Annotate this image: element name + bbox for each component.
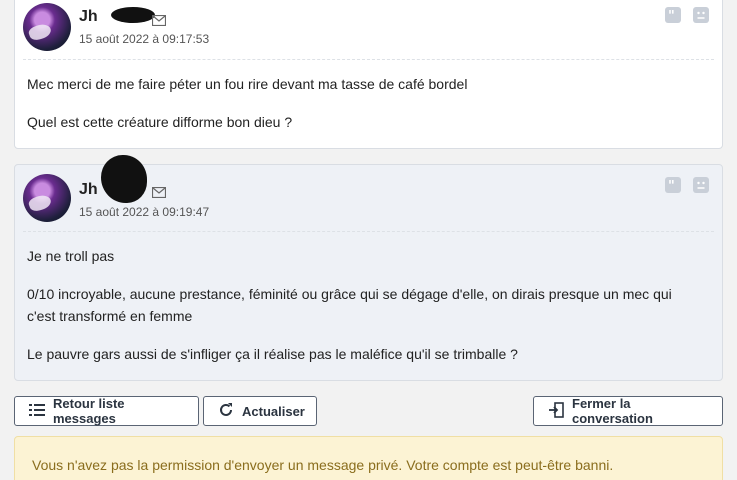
refresh-button[interactable]: Actualiser [203,396,317,426]
exit-icon [548,401,564,421]
back-button-label: Retour liste messages [53,396,125,426]
report-icon[interactable] [693,177,709,193]
back-to-list-button[interactable]: Retour liste messages [14,396,199,426]
author-name[interactable]: Jh [79,8,98,26]
refresh-icon [218,402,234,421]
close-conversation-button[interactable]: Fermer la conversation [533,396,723,426]
message-date[interactable]: 15 août 2022 à 09:17:53 [79,32,209,46]
svg-text:": " [668,179,675,193]
message-paragraph: Mec merci de me faire péter un fou rire … [27,76,468,92]
svg-text:": " [668,9,675,23]
permission-notice: Vous n'avez pas la permission d'envoyer … [14,436,723,480]
envelope-icon[interactable] [151,185,167,199]
quote-icon[interactable]: " [665,7,681,23]
message-paragraph: Quel est cette créature difforme bon die… [27,114,293,130]
avatar[interactable] [23,174,71,222]
report-icon[interactable] [693,7,709,23]
divider [23,59,714,60]
message-card: Jh 15 août 2022 à 09:19:47 " Je ne troll… [14,155,723,381]
close-button-label: Fermer la conversation [572,396,653,426]
envelope-icon[interactable] [151,13,167,27]
message-body: Je ne troll pas 0/10 incroyable, aucune … [27,245,702,381]
redaction-scribble [101,155,147,203]
message-card: Jh 15 août 2022 à 09:17:53 " Mec merci d… [14,0,723,149]
message-paragraph: Je ne troll pas [27,248,115,264]
avatar[interactable] [23,3,71,51]
redaction-scribble [111,7,155,23]
author-name[interactable]: Jh [79,181,98,199]
message-date[interactable]: 15 août 2022 à 09:19:47 [79,205,209,219]
quote-icon[interactable]: " [665,177,681,193]
refresh-button-label: Actualiser [242,403,305,419]
list-icon [29,403,45,420]
message-paragraph: 0/10 incroyable, aucune prestance, fémin… [27,286,672,324]
message-body: Mec merci de me faire péter un fou rire … [27,73,702,149]
divider [23,231,714,232]
message-paragraph: Le pauvre gars aussi de s'infliger ça il… [27,346,518,362]
